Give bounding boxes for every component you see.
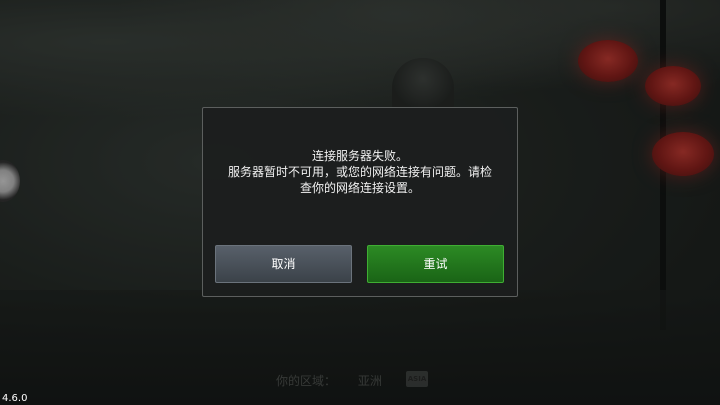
- retry-button[interactable]: 重试: [367, 245, 504, 283]
- connection-error-dialog: 连接服务器失败。 服务器暂时不可用，或您的网络连接有问题。请检 查你的网络连接设…: [202, 107, 518, 297]
- version-label: 4.6.0: [2, 393, 28, 404]
- dialog-message: 连接服务器失败。 服务器暂时不可用，或您的网络连接有问题。请检 查你的网络连接设…: [215, 148, 505, 196]
- dialog-message-line: 服务器暂时不可用，或您的网络连接有问题。请检: [227, 165, 492, 179]
- cancel-button[interactable]: 取消: [215, 245, 352, 283]
- game-screen: 你的区域： 亚洲 ASIA 连接服务器失败。 服务器暂时不可用，或您的网络连接有…: [0, 0, 720, 405]
- dialog-message-line: 连接服务器失败。: [311, 149, 408, 163]
- dialog-message-line: 查你的网络连接设置。: [299, 181, 420, 195]
